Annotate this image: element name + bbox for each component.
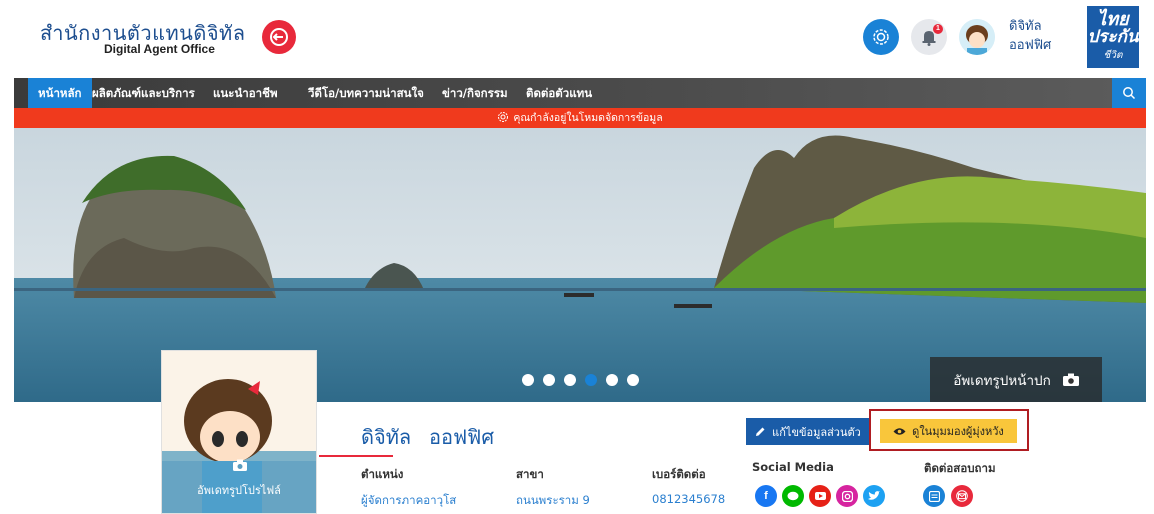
notification-badge: 1 — [933, 24, 943, 34]
nav-search-button[interactable] — [1112, 78, 1146, 108]
email-icon[interactable] — [951, 485, 973, 507]
gear-icon — [873, 29, 889, 45]
edit-profile-button[interactable]: แก้ไขข้อมูลส่วนตัว — [746, 418, 870, 445]
admin-mode-alert: คุณกำลังอยู่ในโหมดจัดการข้อมูล — [14, 108, 1146, 128]
position-value: ผู้จัดการภาคอาวุโส — [361, 493, 457, 507]
message-icon[interactable] — [923, 485, 945, 507]
view-as-prospect-highlight: ดูในมุมมองผู้มุ่งหวัง — [869, 409, 1029, 451]
logo-line1: ไทย — [1097, 9, 1129, 29]
instagram-icon[interactable] — [836, 485, 858, 507]
branch-value: ถนนพระราม 9 — [516, 493, 590, 507]
update-cover-label: อัพเดทรูปหน้าปก — [953, 372, 1051, 389]
user-first-name: ดิจิทัล — [1009, 19, 1042, 34]
profile-first-name: ดิจิทัล — [361, 425, 412, 449]
name-underline — [319, 455, 393, 457]
carousel-dot-3[interactable] — [564, 374, 576, 386]
user-avatar[interactable] — [959, 19, 995, 55]
logout-button[interactable] — [262, 20, 296, 54]
nav-item-videos[interactable]: วีดีโอ/บทความน่าสนใจ — [298, 78, 434, 108]
app-root: สำนักงานตัวแทนดิจิทัล Digital Agent Offi… — [0, 0, 1154, 514]
avatar-icon — [959, 19, 995, 55]
pencil-icon — [756, 427, 765, 436]
camera-icon — [233, 459, 247, 471]
youtube-icon[interactable] — [809, 485, 831, 507]
carousel-dots — [522, 374, 639, 386]
carousel-dot-4[interactable] — [585, 374, 597, 386]
view-as-prospect-label: ดูในมุมมองผู้มุ่งหวัง — [912, 425, 1004, 438]
brand-title-en[interactable]: Digital Agent Office — [104, 42, 215, 56]
main-nav: หน้าหลัก ผลิตภัณฑ์และบริการ แนะนำอาชีพ ว… — [14, 78, 1146, 108]
camera-icon — [1062, 373, 1079, 386]
update-profile-label: อัพเดทรูปโปรไฟล์ — [197, 484, 281, 497]
logo-line2: ประกัน — [1087, 27, 1139, 46]
line-icon[interactable] — [782, 485, 804, 507]
nav-item-news[interactable]: ข่าว/กิจกรรม — [432, 78, 518, 108]
eye-icon — [893, 427, 906, 435]
profile-picture[interactable]: อัพเดทรูปโปรไฟล์ — [161, 350, 317, 514]
settings-button[interactable] — [863, 19, 899, 55]
branch-label: สาขา — [516, 467, 544, 481]
search-icon — [1123, 87, 1136, 100]
company-logo[interactable]: ไทย ประกัน ชีวิต — [1087, 6, 1139, 68]
position-label: ตำแหน่ง — [361, 467, 404, 481]
twitter-icon[interactable] — [863, 485, 885, 507]
phone-label: เบอร์ติดต่อ — [652, 467, 706, 481]
phone-value[interactable]: 0812345678 — [652, 492, 725, 506]
facebook-icon[interactable]: f — [755, 485, 777, 507]
notifications-button[interactable]: 1 — [911, 19, 947, 55]
gear-icon — [498, 112, 509, 122]
carousel-dot-2[interactable] — [543, 374, 555, 386]
user-name[interactable]: ดิจิทัล ออฟฟิศ — [1009, 17, 1051, 55]
logout-icon — [270, 28, 288, 46]
edit-profile-label: แก้ไขข้อมูลส่วนตัว — [772, 425, 861, 439]
carousel-dot-5[interactable] — [606, 374, 618, 386]
admin-mode-text: คุณกำลังอยู่ในโหมดจัดการข้อมูล — [513, 112, 663, 124]
header: สำนักงานตัวแทนดิจิทัล Digital Agent Offi… — [14, 0, 1146, 78]
logo-line3: ชีวิต — [1103, 50, 1123, 61]
page-frame: สำนักงานตัวแทนดิจิทัล Digital Agent Offi… — [14, 0, 1146, 514]
nav-item-contact[interactable]: ติดต่อตัวแทน — [516, 78, 602, 108]
view-as-prospect-button[interactable]: ดูในมุมมองผู้มุ่งหวัง — [880, 419, 1017, 443]
carousel-dot-1[interactable] — [522, 374, 534, 386]
update-cover-button[interactable]: อัพเดทรูปหน้าปก — [930, 357, 1102, 402]
contact-heading: ติดต่อสอบถาม — [924, 461, 996, 475]
profile-last-name: ออฟฟิศ — [429, 425, 495, 449]
social-media-heading: Social Media — [752, 460, 834, 474]
nav-item-career[interactable]: แนะนำอาชีพ — [203, 78, 288, 108]
nav-item-products[interactable]: ผลิตภัณฑ์และบริการ — [82, 78, 205, 108]
user-last-name: ออฟฟิศ — [1009, 38, 1052, 53]
carousel-dot-6[interactable] — [627, 374, 639, 386]
